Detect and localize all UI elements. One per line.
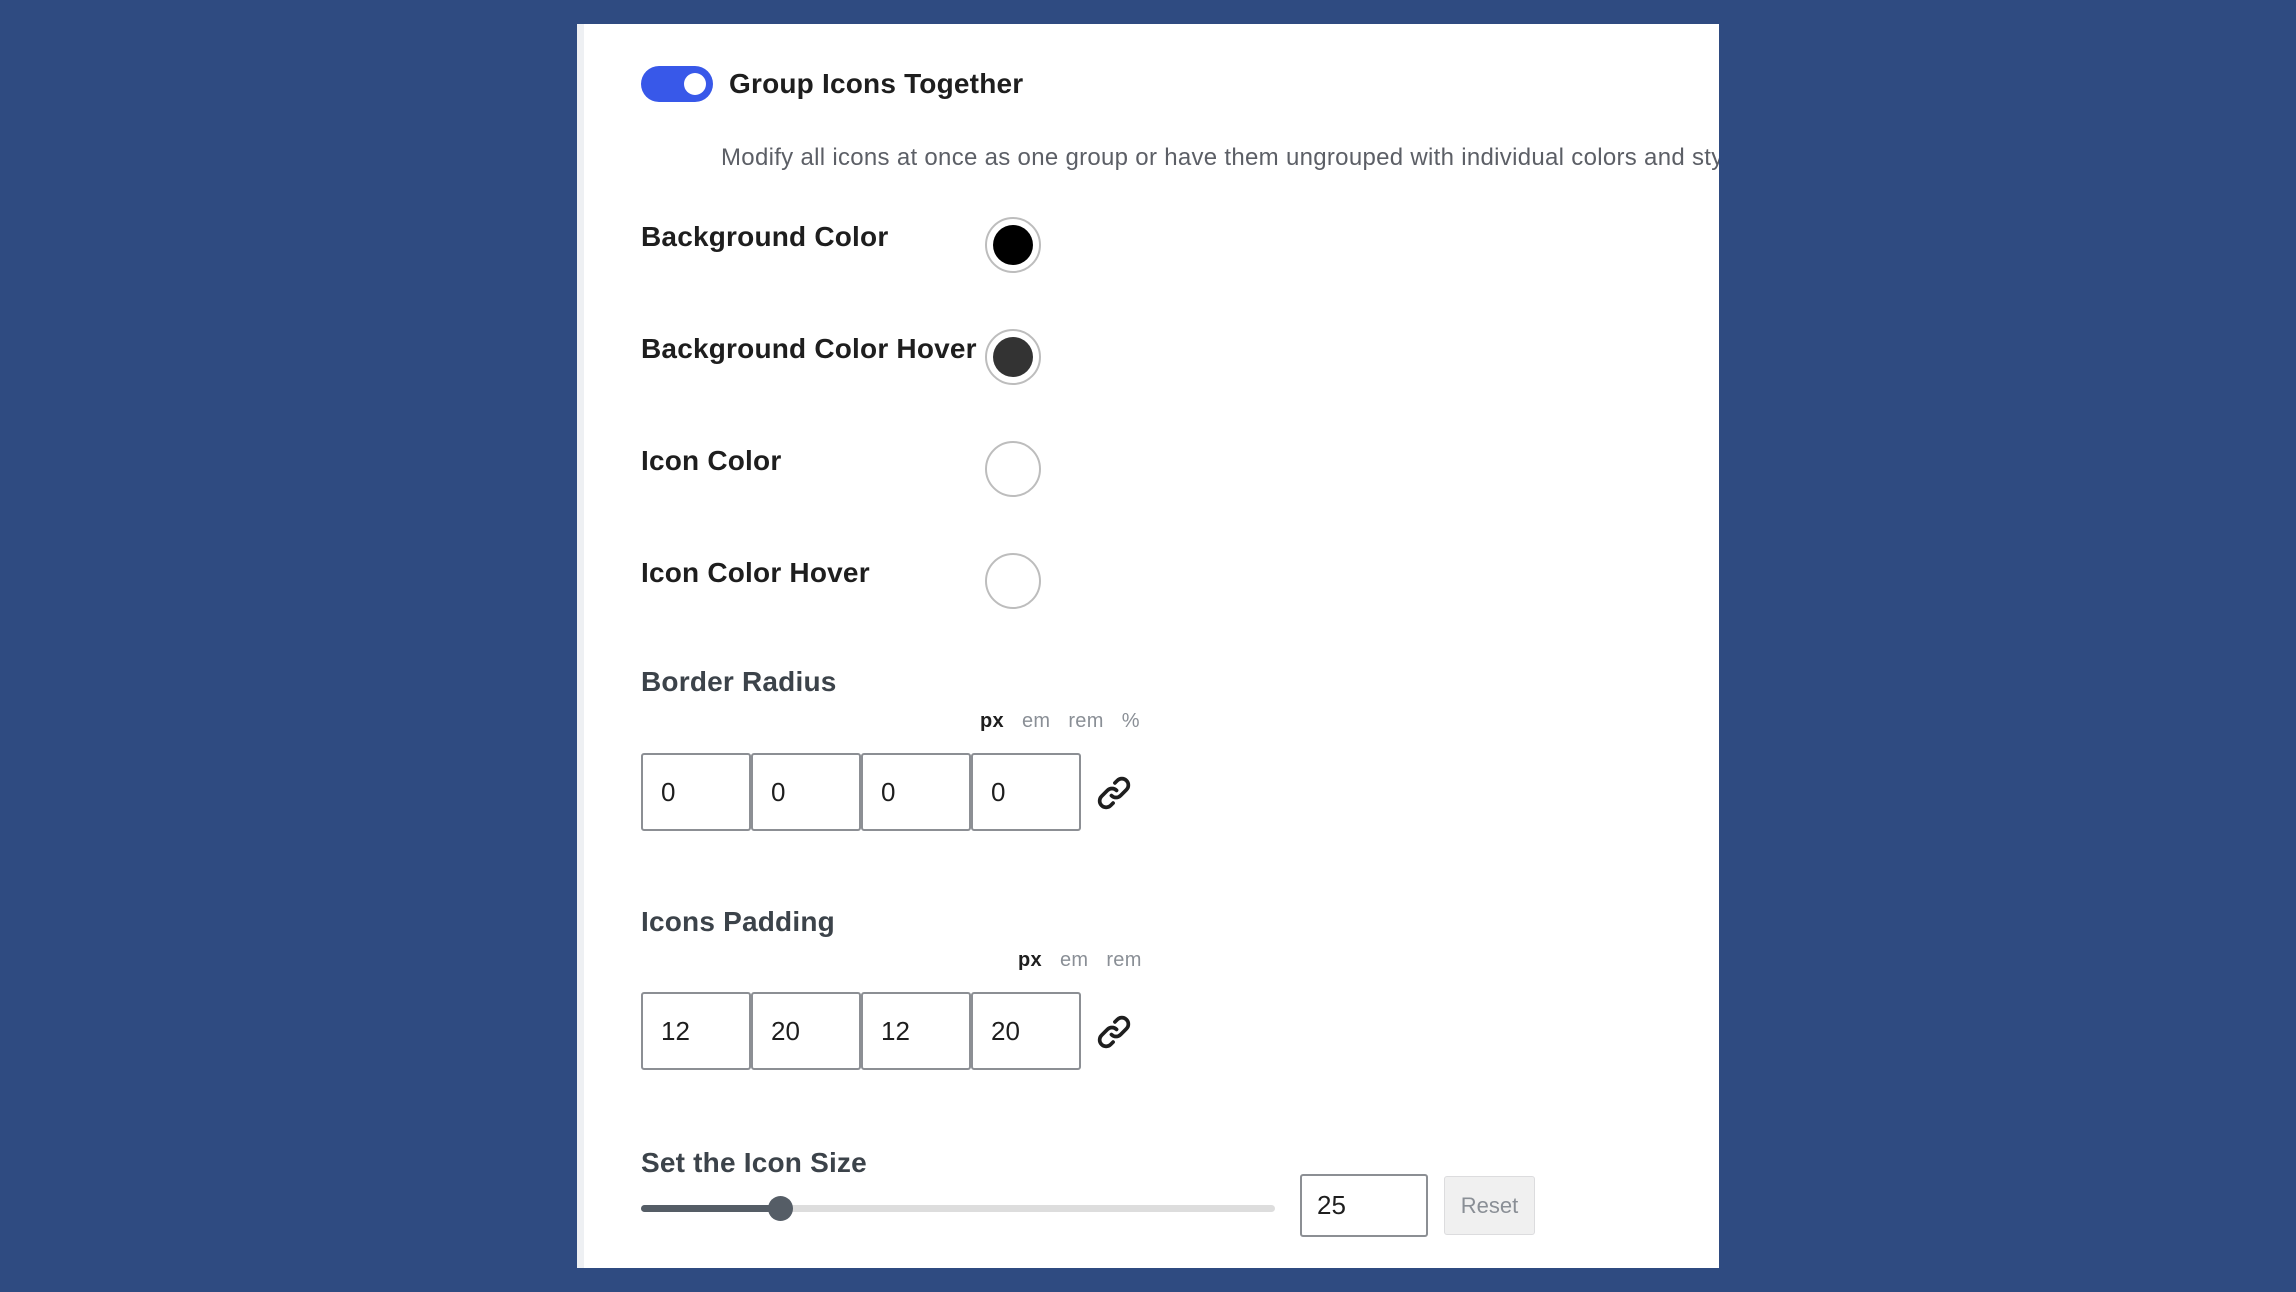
background-color-picker[interactable] bbox=[985, 217, 1041, 273]
background-color-hover-picker[interactable] bbox=[985, 329, 1041, 385]
group-icons-label: Group Icons Together bbox=[729, 68, 1024, 99]
border-radius-left-input[interactable]: 0 bbox=[971, 753, 1081, 831]
border-radius-title: Border Radius bbox=[641, 666, 837, 697]
icon-color-picker[interactable] bbox=[985, 441, 1041, 497]
border-radius-unit-em[interactable]: em bbox=[1022, 710, 1050, 733]
toggle-knob bbox=[684, 73, 706, 95]
icon-color-hover-label: Icon Color Hover bbox=[641, 557, 870, 588]
icons-padding-unit-em[interactable]: em bbox=[1060, 949, 1088, 972]
link-icon[interactable] bbox=[1092, 771, 1136, 815]
border-radius-units: px em rem % bbox=[980, 710, 1158, 733]
icon-size-input[interactable]: 25 bbox=[1300, 1174, 1428, 1237]
border-radius-unit-rem[interactable]: rem bbox=[1068, 710, 1103, 733]
icon-color-hover-swatch bbox=[993, 561, 1033, 601]
icon-size-slider-fill bbox=[641, 1205, 781, 1212]
icons-padding-unit-px[interactable]: px bbox=[1018, 949, 1042, 972]
icons-padding-inputs: 12 20 12 20 bbox=[641, 992, 1081, 1070]
background-color-swatch bbox=[993, 225, 1033, 265]
background-color-label: Background Color bbox=[641, 221, 889, 252]
icon-color-hover-picker[interactable] bbox=[985, 553, 1041, 609]
icon-size-title: Set the Icon Size bbox=[641, 1147, 867, 1178]
group-icons-help: Modify all icons at once as one group or… bbox=[721, 144, 1719, 171]
icons-padding-bottom-input[interactable]: 12 bbox=[861, 992, 971, 1070]
icons-padding-title: Icons Padding bbox=[641, 906, 835, 937]
icon-color-label: Icon Color bbox=[641, 445, 782, 476]
icon-color-swatch bbox=[993, 449, 1033, 489]
icon-size-slider[interactable] bbox=[641, 1196, 1275, 1221]
icon-size-reset-button[interactable]: Reset bbox=[1444, 1176, 1535, 1235]
background-color-hover-swatch bbox=[993, 337, 1033, 377]
border-radius-top-input[interactable]: 0 bbox=[641, 753, 751, 831]
group-icons-toggle[interactable] bbox=[641, 66, 713, 102]
icons-padding-right-input[interactable]: 20 bbox=[751, 992, 861, 1070]
icons-padding-unit-rem[interactable]: rem bbox=[1106, 949, 1141, 972]
border-radius-unit-percent[interactable]: % bbox=[1122, 710, 1140, 733]
link-icon[interactable] bbox=[1092, 1010, 1136, 1054]
group-icons-row: Group Icons Together bbox=[641, 66, 1023, 102]
icons-padding-top-input[interactable]: 12 bbox=[641, 992, 751, 1070]
border-radius-inputs: 0 0 0 0 bbox=[641, 753, 1081, 831]
settings-panel: Group Icons Together Modify all icons at… bbox=[577, 24, 1719, 1268]
border-radius-unit-px[interactable]: px bbox=[980, 710, 1004, 733]
icon-size-slider-thumb[interactable] bbox=[767, 1196, 793, 1221]
icons-padding-left-input[interactable]: 20 bbox=[971, 992, 1081, 1070]
background-color-hover-label: Background Color Hover bbox=[641, 333, 977, 364]
border-radius-bottom-input[interactable]: 0 bbox=[861, 753, 971, 831]
border-radius-right-input[interactable]: 0 bbox=[751, 753, 861, 831]
icons-padding-units: px em rem bbox=[1018, 949, 1160, 972]
